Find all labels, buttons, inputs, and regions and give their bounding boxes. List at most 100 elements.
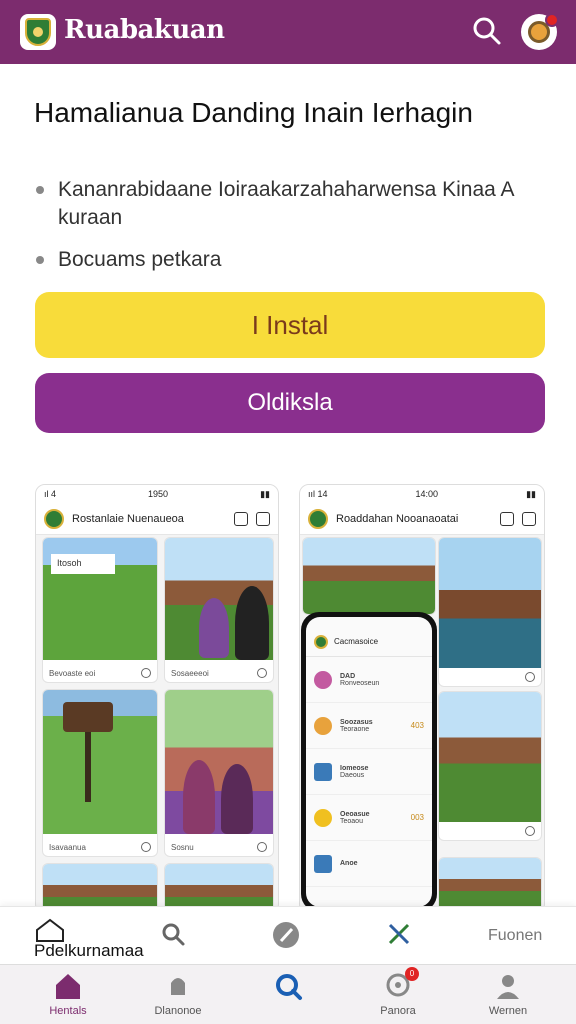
status-time: 1950 [148, 489, 169, 499]
photo-tile[interactable] [438, 537, 542, 687]
home-icon [53, 971, 83, 1001]
list-item-text: Kananrabidaane Ioiraakarzahaharwensa Kin… [58, 178, 514, 229]
item-subtitle: Teoraone [340, 725, 370, 733]
list-item-text: Bocuams petkara [58, 248, 222, 271]
nav-label: Wernen [488, 1005, 528, 1017]
status-time: 14:00 [415, 489, 439, 499]
field-photo: Itosoh [43, 538, 157, 660]
item-title: Oeoasue [340, 810, 370, 818]
item-title: DAD [340, 672, 356, 680]
item-icon [314, 854, 332, 873]
item-value: 003 [410, 813, 424, 822]
bookmark-icon [256, 511, 270, 526]
profile-icon [493, 971, 523, 1001]
like-icon[interactable] [525, 826, 535, 836]
bell-icon [163, 971, 193, 1001]
screenshot-title: Rostanlaie Nuenaueoa [72, 512, 184, 525]
nav-label: Hentals [49, 1005, 87, 1017]
share-icon [500, 511, 514, 526]
bullet-icon [36, 186, 44, 194]
screenshot-header: Roaddahan Nooanaoatai [300, 503, 544, 535]
list-item[interactable]: Oeoasue Teoaou 003 [306, 795, 432, 841]
nav-label: Panora [380, 1005, 416, 1017]
list-item: Bocuams petkara [36, 246, 556, 274]
mini-logo-icon [314, 634, 328, 649]
photo-tile[interactable]: Sosaeeeoi [164, 537, 274, 683]
status-bar: ııl 14 14:00 ▮▮ [300, 485, 544, 503]
app-screenshot-1[interactable]: ıl 4 1950 ▮▮ Rostanlaie Nuenaueoa Itosoh B… [35, 484, 279, 914]
signal-text: ııl 14 [308, 489, 328, 499]
tile-caption: Bevoaste eoi [49, 669, 96, 678]
photo-tile[interactable]: Itosoh Bevoaste eoi [42, 537, 158, 683]
phone-header: Cacmasoice [306, 627, 432, 657]
birdhouse-photo [43, 690, 157, 834]
nav-item-notifications[interactable]: Dlanonoe [128, 971, 228, 1017]
photo-tile[interactable]: Isavaanua [42, 689, 158, 857]
app-title: Ruabakuan [64, 15, 225, 45]
search-icon[interactable] [470, 14, 504, 48]
screenshot-header: Rostanlaie Nuenaueoa [36, 503, 278, 535]
item-icon [314, 670, 332, 689]
secondary-button[interactable]: Oldiksla [35, 373, 545, 433]
nav-item-home[interactable]: Hentals [18, 971, 118, 1017]
temple-photo [303, 538, 435, 614]
item-icon [314, 762, 332, 781]
compass-icon[interactable] [272, 921, 300, 954]
photo-tile[interactable] [302, 537, 436, 615]
floatbar-label[interactable]: Pdelkurnamaa [34, 941, 144, 961]
list-item[interactable]: DAD Ronveoseun [306, 657, 432, 703]
people-photo [165, 690, 273, 834]
search-icon[interactable] [160, 921, 188, 954]
list-item[interactable]: Iomeose Daeous [306, 749, 432, 795]
sign-label: Itosoh [51, 554, 115, 574]
cross-icon[interactable] [386, 921, 412, 952]
nav-item-profile[interactable]: Wernen [458, 971, 558, 1017]
list-item[interactable]: Anoe [306, 841, 432, 887]
like-icon[interactable] [141, 668, 151, 678]
nav-label: Dlanonoe [154, 1005, 202, 1017]
list-item[interactable]: Soozasus Teoraone 403 [306, 703, 432, 749]
temple-photo [165, 538, 273, 660]
photo-tile[interactable]: Sosnu [164, 689, 274, 857]
like-icon[interactable] [525, 672, 535, 682]
app-logo-icon[interactable] [20, 14, 56, 50]
screenshot-title: Roaddahan Nooanaoatai [336, 512, 459, 525]
temple-water-photo [439, 538, 541, 668]
coin-icon [314, 716, 332, 735]
bookmark-icon [522, 511, 536, 526]
item-subtitle: Teoaou [340, 817, 363, 825]
temple-photo [439, 692, 541, 822]
tile-caption: Sosnu [171, 843, 194, 852]
signal-text: ıl 4 [44, 489, 57, 499]
phone-mockup: Cacmasoice DAD Ronveoseun Soozasus Teoraon… [301, 612, 437, 912]
photo-tile[interactable] [438, 691, 542, 841]
bottom-navigation: Hentals Dlanonoe 0 Panora Wernen [0, 964, 576, 1024]
avatar[interactable] [521, 13, 559, 50]
phone-screen: Cacmasoice DAD Ronveoseun Soozasus Teoraon… [306, 617, 432, 907]
battery-icon: ▮▮ [260, 488, 270, 499]
page-title: Hamalianua Danding Inain Ierhagin [34, 97, 473, 128]
top-app-bar: Ruabakuan [0, 0, 576, 64]
location-icon: 0 [383, 967, 419, 1001]
status-bar: ıl 4 1950 ▮▮ [36, 485, 278, 503]
notification-dot [545, 13, 559, 27]
floatbar-right-label[interactable]: Fuonen [488, 927, 542, 945]
phone-title: Cacmasoice [334, 637, 379, 646]
mini-logo-icon [308, 508, 328, 529]
item-title: Iomeose [340, 764, 369, 772]
like-icon[interactable] [257, 842, 267, 852]
floating-action-bar: Pdelkurnamaa Fuonen [0, 906, 576, 964]
nav-item-location[interactable]: 0 Panora [348, 967, 448, 1017]
list-item: Kananrabidaane Ioiraakarzahaharwensa Kin… [36, 176, 556, 232]
tile-caption: Sosaeeeoi [171, 669, 209, 678]
share-icon [234, 511, 248, 526]
nav-item-search[interactable] [238, 971, 338, 1005]
item-value: 403 [410, 721, 424, 730]
coin-icon [314, 808, 332, 827]
search-icon [273, 971, 303, 1001]
install-button[interactable]: I Instal [35, 292, 545, 358]
nav-badge: 0 [405, 967, 419, 981]
like-icon[interactable] [141, 842, 151, 852]
item-title: Soozasus [340, 718, 373, 726]
like-icon[interactable] [257, 668, 267, 678]
